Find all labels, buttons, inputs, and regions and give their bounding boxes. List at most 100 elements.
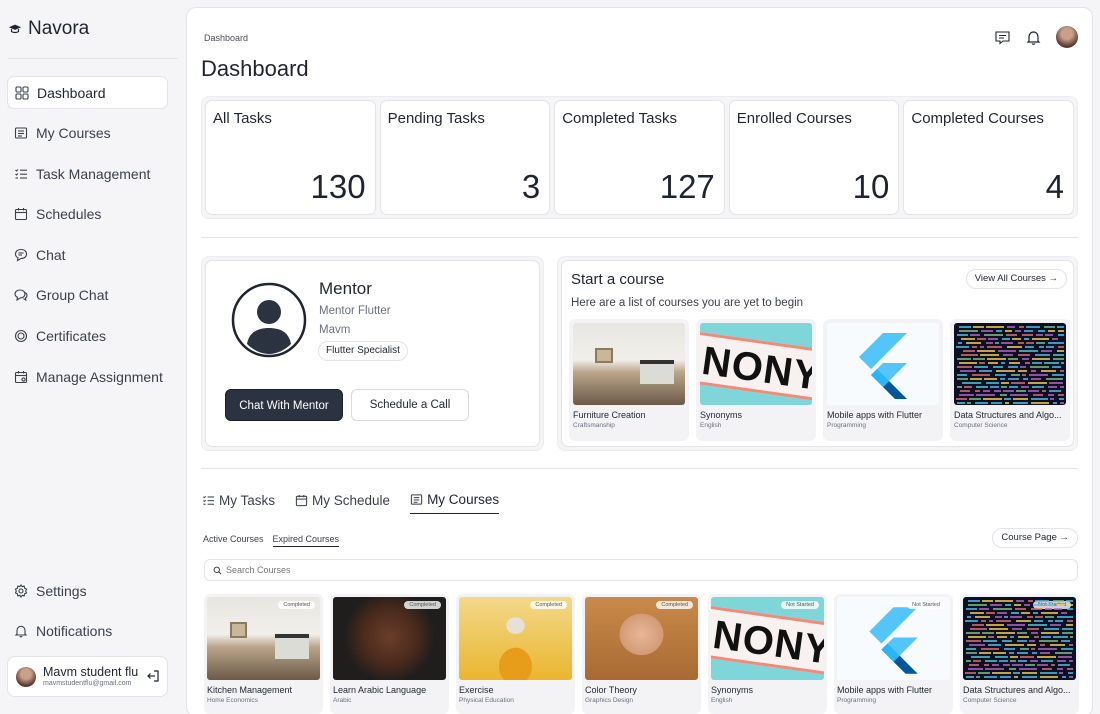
code-line xyxy=(1000,378,1005,380)
code-line xyxy=(959,394,974,396)
course-name: Mobile apps with Flutter xyxy=(837,685,933,695)
code-line xyxy=(1010,394,1028,396)
brand[interactable]: Navora xyxy=(8,18,89,40)
sidebar-item-manage-assignment[interactable]: Manage Assignment xyxy=(7,360,168,393)
code-line xyxy=(1017,632,1027,634)
course-page-button[interactable]: Course Page → xyxy=(992,528,1078,548)
code-line xyxy=(1027,644,1036,646)
user-info: Mavm student flu mavmstudentflu@gmail.co… xyxy=(43,665,138,688)
code-line xyxy=(1057,326,1064,328)
view-all-courses-button[interactable]: View All Courses → xyxy=(965,269,1067,289)
code-line xyxy=(1005,330,1012,332)
code-line xyxy=(996,620,1011,622)
code-line xyxy=(1000,394,1007,396)
tab-my-courses[interactable]: My Courses xyxy=(410,486,500,514)
code-line xyxy=(972,374,990,376)
course-card[interactable]: Not Started Data Structures and Algo... … xyxy=(960,594,1079,714)
code-line xyxy=(1028,390,1039,392)
sidebar-item-my-courses[interactable]: My Courses xyxy=(7,117,168,150)
schedule-call-button[interactable]: Schedule a Call xyxy=(351,389,469,421)
course-card[interactable]: Completed Learn Arabic Language Arabic xyxy=(330,594,449,714)
tab-my-tasks[interactable]: My Tasks xyxy=(202,486,275,514)
sidebar-bottom-nav: Settings Notifications xyxy=(7,574,168,655)
avatar[interactable] xyxy=(1056,26,1078,48)
code-line xyxy=(1020,648,1029,650)
message-icon[interactable] xyxy=(994,29,1011,46)
code-line xyxy=(970,612,984,614)
code-line xyxy=(1050,624,1061,626)
code-line xyxy=(986,382,999,384)
code-line xyxy=(1025,664,1035,666)
code-line xyxy=(986,342,993,344)
code-line xyxy=(965,620,978,622)
code-line xyxy=(1034,620,1043,622)
course-card[interactable]: Data Structures and Algo... Computer Sci… xyxy=(950,319,1070,441)
code-line xyxy=(970,334,980,336)
sidebar-item-schedules[interactable]: Schedules xyxy=(7,198,168,231)
code-line xyxy=(1006,334,1017,336)
course-image: NONY Not Started xyxy=(711,597,824,680)
sidebar-item-task-management[interactable]: Task Management xyxy=(7,157,168,190)
sidebar-item-certificates[interactable]: Certificates xyxy=(7,320,168,353)
tab-expired-courses[interactable]: Expired Courses xyxy=(272,534,340,547)
code-line xyxy=(1067,620,1073,622)
course-card[interactable]: NONY Synonyms English xyxy=(696,319,816,441)
chat-with-mentor-button[interactable]: Chat With Mentor xyxy=(225,389,343,421)
course-card[interactable]: Completed Kitchen Management Home Econom… xyxy=(204,594,323,714)
sidebar-item-settings[interactable]: Settings xyxy=(7,574,168,607)
code-line xyxy=(957,366,972,368)
flutter-logo-icon xyxy=(869,607,918,674)
code-line xyxy=(987,346,1002,348)
tab-active-courses[interactable]: Active Courses xyxy=(203,534,264,547)
sidebar-item-dashboard[interactable]: Dashboard xyxy=(7,76,168,109)
course-name: Synonyms xyxy=(700,410,743,420)
sidebar-item-label: Manage Assignment xyxy=(36,368,163,385)
course-image: Completed xyxy=(585,597,698,680)
code-line xyxy=(984,664,989,666)
code-line xyxy=(957,378,968,380)
code-line xyxy=(968,600,980,602)
code-line xyxy=(1035,616,1043,618)
course-card[interactable]: Not Started Mobile apps with Flutter Pro… xyxy=(834,594,953,714)
code-line xyxy=(1060,386,1064,388)
start-course-inner: Start a course Here are a list of course… xyxy=(561,260,1074,447)
calendar-icon xyxy=(14,208,28,221)
tab-my-schedule[interactable]: My Schedule xyxy=(295,486,390,514)
code-line xyxy=(1008,378,1019,380)
bell-icon[interactable] xyxy=(1025,29,1042,46)
logout-icon[interactable] xyxy=(146,669,160,683)
search-input[interactable] xyxy=(226,565,1026,575)
code-line xyxy=(1069,660,1073,662)
sidebar-item-chat[interactable]: Chat xyxy=(7,238,168,271)
code-line xyxy=(1053,402,1057,404)
code-line xyxy=(1008,366,1018,368)
code-line xyxy=(986,326,1004,328)
code-line xyxy=(1053,358,1064,360)
course-card[interactable]: Completed Exercise Physical Education xyxy=(456,594,575,714)
code-line xyxy=(1037,656,1056,658)
sidebar-item-label: My Courses xyxy=(36,125,111,142)
user-card[interactable]: Mavm student flu mavmstudentflu@gmail.co… xyxy=(7,656,168,697)
code-line xyxy=(973,358,985,360)
course-category: Graphics Design xyxy=(585,697,634,704)
breadcrumb[interactable]: Dashboard xyxy=(204,33,248,43)
course-card[interactable]: Completed Color Theory Graphics Design xyxy=(582,594,701,714)
code-line xyxy=(957,386,962,388)
code-line xyxy=(1057,350,1064,352)
course-card[interactable]: NONY Not Started Synonyms English xyxy=(708,594,827,714)
code-line xyxy=(1058,394,1064,396)
sidebar-item-label: Group Chat xyxy=(36,287,109,304)
code-line xyxy=(1013,672,1020,674)
code-line xyxy=(1004,398,1011,400)
course-card[interactable]: Mobile apps with Flutter Programming xyxy=(823,319,943,441)
code-line xyxy=(1022,676,1037,678)
sidebar-item-notifications[interactable]: Notifications xyxy=(7,615,168,648)
code-line xyxy=(976,676,980,678)
code-line xyxy=(1002,640,1012,642)
sidebar-item-label: Notifications xyxy=(36,623,113,640)
sidebar-item-group-chat[interactable]: Group Chat xyxy=(7,279,168,312)
code-line xyxy=(1052,366,1061,368)
course-card[interactable]: Furniture Creation Craftsmanship xyxy=(569,319,689,441)
code-line xyxy=(1019,668,1037,670)
code-line xyxy=(1010,656,1018,658)
